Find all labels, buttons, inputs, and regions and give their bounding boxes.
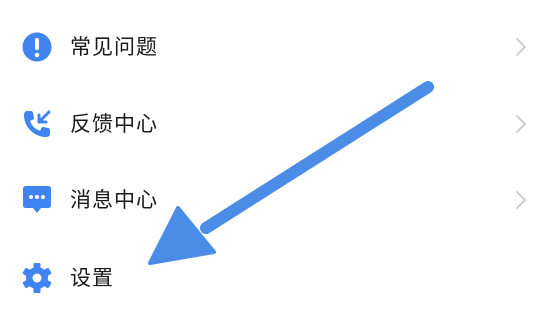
phone-callback-icon — [24, 110, 51, 137]
menu-item-label: 设置 — [70, 266, 114, 290]
menu-item-feedback[interactable]: 反馈中心 — [0, 94, 550, 154]
chat-bubble-icon — [23, 186, 51, 213]
settings-menu-list: 常见问题 反馈中心 消息中心 设置 — [0, 0, 550, 322]
gear-icon — [22, 263, 52, 293]
chevron-right-icon — [516, 38, 526, 56]
menu-item-settings[interactable]: 设置 — [0, 248, 550, 308]
chevron-right-icon — [516, 191, 526, 209]
menu-item-messages[interactable]: 消息中心 — [0, 170, 550, 230]
menu-item-label: 常见问题 — [70, 35, 158, 59]
menu-item-label: 消息中心 — [70, 188, 158, 212]
menu-item-faq[interactable]: 常见问题 — [0, 17, 550, 77]
chevron-right-icon — [516, 115, 526, 133]
menu-item-label: 反馈中心 — [70, 112, 158, 136]
info-circle-icon — [22, 32, 52, 62]
